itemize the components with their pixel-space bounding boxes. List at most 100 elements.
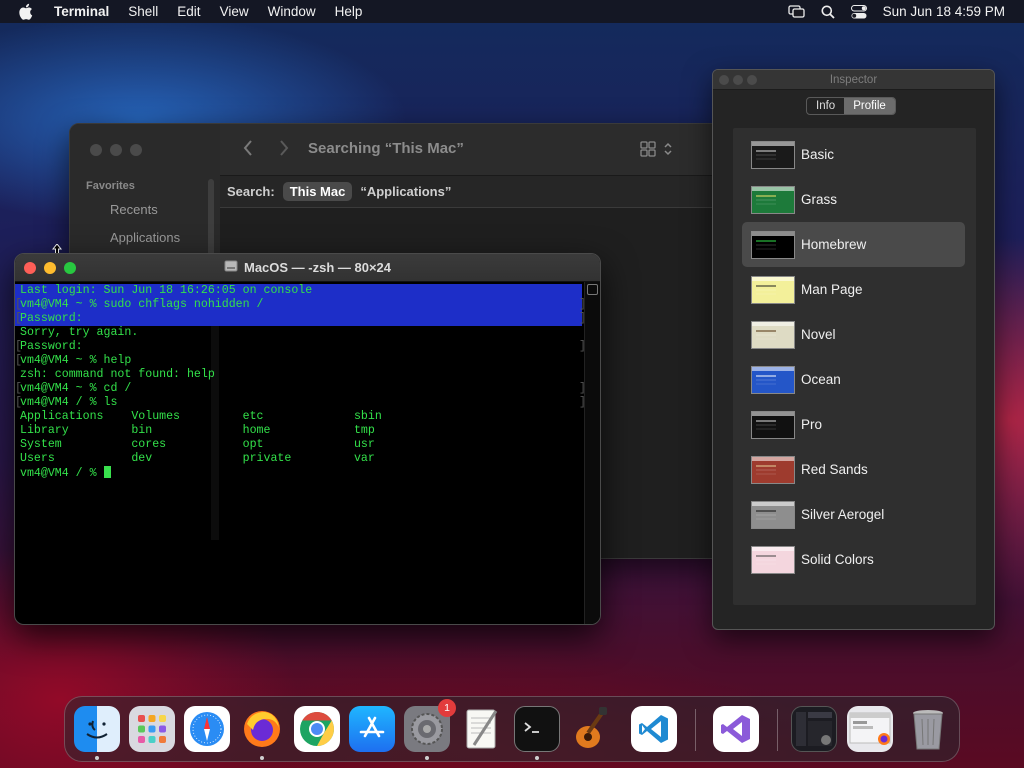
terminal-line: Library bin home tmp	[20, 424, 375, 437]
safari-icon[interactable]	[184, 706, 230, 752]
trash-icon[interactable]	[905, 706, 951, 752]
sidebar-item-recents[interactable]: Recents	[110, 202, 158, 217]
menu-app-name[interactable]: Terminal	[54, 4, 109, 19]
profile-thumbnail	[751, 410, 795, 439]
terminal-scrollbar[interactable]	[584, 282, 600, 624]
profile-row-novel[interactable]: Novel	[742, 312, 965, 357]
launchpad-icon[interactable]	[129, 706, 175, 752]
inspector-minimize-button[interactable]	[733, 75, 743, 85]
profile-row-man-page[interactable]: Man Page	[742, 267, 965, 312]
profile-thumbnail	[751, 545, 795, 574]
menu-window[interactable]: Window	[268, 4, 316, 19]
line-mark: [	[15, 312, 22, 325]
terminal-line: Password:	[20, 340, 83, 353]
profile-label: Man Page	[801, 282, 863, 297]
inspector-tab-control: Info Profile	[806, 97, 896, 115]
vscode-icon[interactable]	[631, 706, 677, 752]
sidebar-item-applications[interactable]: Applications	[110, 230, 180, 245]
profile-label: Pro	[801, 417, 823, 432]
view-mode-grid-icon[interactable]	[640, 141, 674, 162]
back-chevron-icon[interactable]	[242, 139, 254, 163]
profile-row-pro[interactable]: Pro	[742, 402, 965, 447]
control-center-icon[interactable]	[850, 4, 867, 19]
screen-mirroring-icon[interactable]	[788, 5, 805, 18]
split-pane-icon[interactable]	[587, 284, 598, 295]
profile-thumbnail	[751, 365, 795, 394]
menu-shell[interactable]: Shell	[128, 4, 158, 19]
profile-label: Homebrew	[801, 237, 867, 252]
menu-view[interactable]: View	[220, 4, 249, 19]
dock-separator	[695, 709, 696, 751]
menu-bar: Terminal Shell Edit View Window Help Sun…	[0, 0, 1024, 23]
scope-this-mac-button[interactable]: This Mac	[282, 182, 353, 201]
line-mark: [	[15, 298, 22, 311]
finder-window-controls	[90, 144, 142, 156]
apple-menu-icon[interactable]	[18, 3, 36, 21]
search-scope-label: Search:	[227, 184, 275, 199]
chrome-icon[interactable]	[294, 706, 340, 752]
profile-row-silver-aerogel[interactable]: Silver Aerogel	[742, 492, 965, 537]
profile-thumbnail	[751, 185, 795, 214]
firefox-running-dot	[260, 756, 264, 760]
line-mark: [	[15, 396, 22, 409]
terminal-output[interactable]: Last login: Sun Jun 18 16:26:05 on conso…	[15, 282, 586, 624]
profile-row-ocean[interactable]: Ocean	[742, 357, 965, 402]
inspector-close-button[interactable]	[719, 75, 729, 85]
dock: 1	[64, 696, 960, 762]
profile-row-homebrew[interactable]: Homebrew	[742, 222, 965, 267]
terminal-window[interactable]: MacOS — -zsh — 80×24 Last login: Sun Jun…	[14, 253, 601, 625]
terminal-line: Password:	[15, 312, 582, 326]
terminal-prompt-line: vm4@VM4 / %	[15, 466, 111, 480]
terminal-titlebar[interactable]: MacOS — -zsh — 80×24	[15, 254, 600, 282]
profile-thumbnail	[751, 275, 795, 304]
visual-studio-icon[interactable]	[713, 706, 759, 752]
terminal-line: Sorry, try again.	[20, 326, 139, 339]
profile-row-red-sands[interactable]: Red Sands	[742, 447, 965, 492]
terminal-line: Users dev private var	[20, 452, 375, 465]
profile-thumbnail	[751, 230, 795, 259]
app-store-icon[interactable]	[349, 706, 395, 752]
terminal-line: vm4@VM4 ~ % cd /	[20, 382, 132, 395]
profile-row-basic[interactable]: Basic	[742, 132, 965, 177]
forward-chevron-icon[interactable]	[278, 139, 290, 163]
search-scope-bar: Search: This Mac “Applications”	[220, 176, 728, 208]
profile-thumbnail	[751, 140, 795, 169]
finder-zoom-button[interactable]	[130, 144, 142, 156]
inspector-window: Inspector Info Profile Basic Grass Homebre…	[712, 69, 995, 630]
spotlight-search-icon[interactable]	[821, 5, 835, 19]
menu-help[interactable]: Help	[335, 4, 363, 19]
finder-close-button[interactable]	[90, 144, 102, 156]
scope-applications-button[interactable]: “Applications”	[360, 184, 451, 199]
terminal-cursor	[103, 466, 111, 478]
inspector-titlebar[interactable]: Inspector	[713, 70, 994, 90]
textedit-icon[interactable]	[459, 706, 505, 752]
menu-edit[interactable]: Edit	[177, 4, 200, 19]
finder-minimize-button[interactable]	[110, 144, 122, 156]
dock-separator	[777, 709, 778, 751]
hard-drive-icon	[224, 260, 238, 275]
finder-icon[interactable]	[74, 706, 120, 752]
terminal-line: vm4@VM4 ~ % sudo chflags nohidden /	[15, 298, 582, 312]
system-preferences-icon[interactable]: 1	[404, 699, 456, 752]
finder-title: Searching “This Mac”	[308, 140, 464, 157]
minimized-window-preview[interactable]	[791, 706, 837, 752]
profile-label: Silver Aerogel	[801, 507, 885, 522]
notification-badge: 1	[438, 699, 456, 717]
profile-list: Basic Grass Homebrew Man Page Novel Ocean Pro R…	[733, 128, 976, 605]
tab-profile[interactable]: Profile	[844, 98, 895, 114]
line-mark: [	[15, 354, 22, 367]
profile-row-solid-colors[interactable]: Solid Colors	[742, 537, 965, 582]
profile-row-grass[interactable]: Grass	[742, 177, 965, 222]
terminal-line: System cores opt usr	[20, 438, 375, 451]
terminal-prompt: vm4@VM4 / %	[20, 467, 104, 480]
terminal-line: Applications Volumes etc sbin	[20, 410, 382, 423]
terminal-icon[interactable]	[514, 706, 560, 752]
finder-toolbar: Searching “This Mac”	[220, 124, 728, 176]
inspector-zoom-button[interactable]	[747, 75, 757, 85]
tab-info[interactable]: Info	[807, 98, 844, 114]
minimized-window-preview[interactable]	[847, 706, 893, 752]
firefox-icon[interactable]	[239, 706, 285, 752]
terminal-line: zsh: command not found: help	[20, 368, 215, 381]
menu-clock[interactable]: Sun Jun 18 4:59 PM	[883, 4, 1005, 19]
garageband-icon[interactable]	[569, 706, 615, 752]
